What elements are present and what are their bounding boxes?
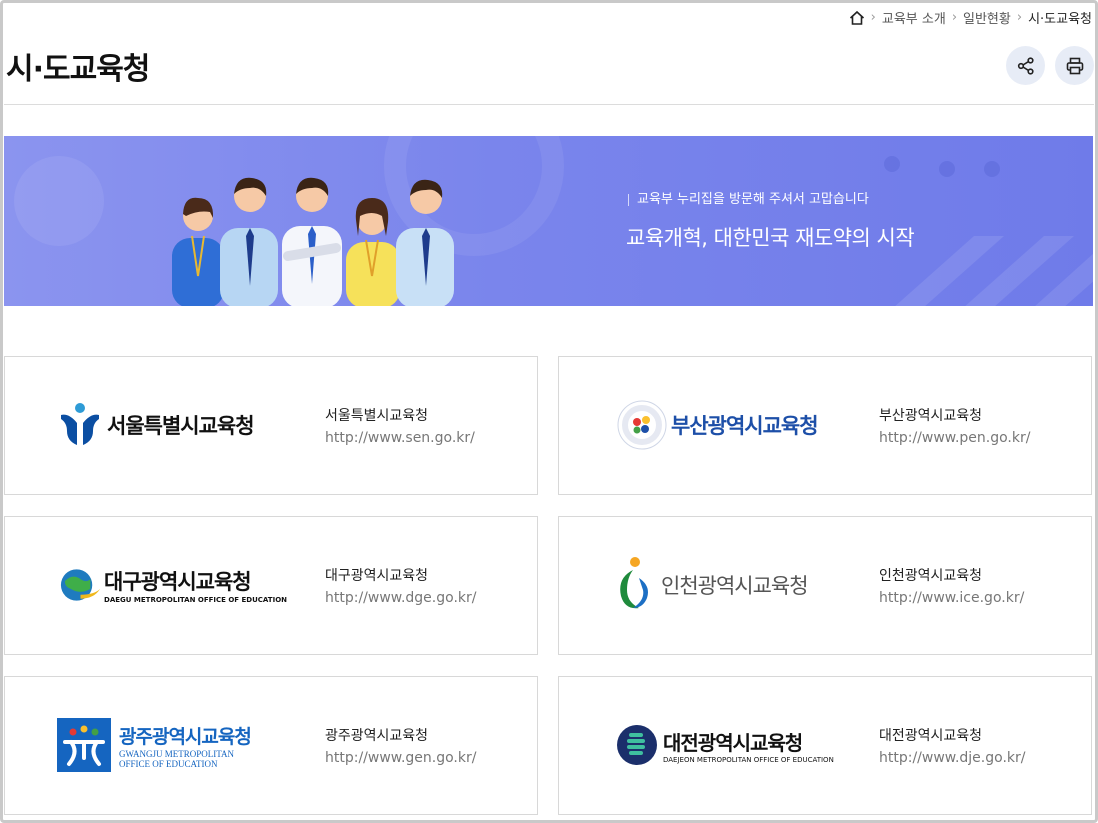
seoul-emblem-icon <box>61 403 99 445</box>
logo-text: 서울특별시교육청 <box>107 414 255 438</box>
logo-subtext: DAEGU METROPOLITAN OFFICE OF EDUCATION <box>104 596 287 604</box>
office-name: 광주광역시교육청 <box>325 728 429 744</box>
print-icon <box>1066 57 1083 74</box>
welcome-banner: 교육부 누리집을 방문해 주셔서 고맙습니다 교육개혁, 대한민국 재도약의 시… <box>4 136 1093 306</box>
office-card-gwangju[interactable]: 광주광역시교육청 GWANGJU METROPOLITAN OFFICE OF … <box>4 676 538 815</box>
logo-text: 광주광역시교육청 <box>119 725 252 748</box>
daejeon-emblem-icon <box>617 725 657 765</box>
breadcrumb-item[interactable]: 일반현황 <box>963 8 1011 27</box>
office-url[interactable]: http://www.gen.go.kr/ <box>325 750 476 766</box>
office-card-incheon[interactable]: 인천광역시교육청 인천광역시교육청 http://www.ice.go.kr/ <box>558 516 1092 655</box>
banner-headline: 교육개혁, 대한민국 재도약의 시작 <box>626 226 915 250</box>
breadcrumb-current: 시·도교육청 <box>1028 12 1092 27</box>
incheon-emblem-icon <box>620 557 648 609</box>
logo-text: 대구광역시교육청 <box>104 570 252 594</box>
chevron-right-icon: › <box>1016 10 1023 25</box>
home-icon[interactable] <box>849 10 865 26</box>
daegu-logo: 대구광역시교육청 DAEGU METROPOLITAN OFFICE OF ED… <box>57 553 287 617</box>
logo-subtext: GWANGJU METROPOLITAN <box>119 748 235 759</box>
page-title: 시·도교육청 <box>6 52 150 87</box>
seoul-logo: 서울특별시교육청 <box>57 393 287 457</box>
daegu-globe-icon <box>60 569 101 601</box>
office-card-seoul[interactable]: 서울특별시교육청 서울특별시교육청 http://www.sen.go.kr/ <box>4 356 538 495</box>
share-icon <box>1017 56 1034 75</box>
gwangju-logo: 광주광역시교육청 GWANGJU METROPOLITAN OFFICE OF … <box>57 713 287 777</box>
office-name: 대구광역시교육청 <box>325 568 429 584</box>
logo-text: 인천광역시교육청 <box>661 574 809 598</box>
breadcrumb-item[interactable]: 교육부 소개 <box>882 8 946 27</box>
office-name: 인천광역시교육청 <box>879 568 983 584</box>
busan-emblem-icon <box>617 400 667 450</box>
chevron-right-icon: › <box>870 10 876 25</box>
office-name: 대전광역시교육청 <box>879 728 983 744</box>
logo-subtext: OFFICE OF EDUCATION <box>119 758 218 769</box>
header-divider <box>4 104 1094 105</box>
office-card-daejeon[interactable]: 대전광역시교육청 DAEJEON METROPOLITAN OFFICE OF … <box>558 676 1092 815</box>
gwangju-emblem-icon <box>57 718 111 772</box>
breadcrumb: › 교육부 소개 › 일반현황 › 시·도교육청 <box>849 8 1092 27</box>
office-url[interactable]: http://www.sen.go.kr/ <box>325 430 475 446</box>
logo-text: 부산광역시교육청 <box>671 414 819 438</box>
office-card-daegu[interactable]: 대구광역시교육청 DAEGU METROPOLITAN OFFICE OF ED… <box>4 516 538 655</box>
chevron-right-icon: › <box>951 10 958 25</box>
logo-text: 대전광역시교육청 <box>663 730 803 755</box>
office-url[interactable]: http://www.ice.go.kr/ <box>879 590 1024 606</box>
office-name: 서울특별시교육청 <box>325 408 429 424</box>
office-card-busan[interactable]: 부산광역시교육청 부산광역시교육청 http://www.pen.go.kr/ <box>558 356 1092 495</box>
office-name: 부산광역시교육청 <box>879 408 983 424</box>
office-url[interactable]: http://www.dge.go.kr/ <box>325 590 476 606</box>
incheon-logo: 인천광역시교육청 <box>615 553 845 617</box>
daejeon-logo: 대전광역시교육청 DAEJEON METROPOLITAN OFFICE OF … <box>615 713 845 777</box>
print-button[interactable] <box>1055 46 1094 85</box>
staff-illustration <box>172 177 454 306</box>
logo-subtext: DAEJEON METROPOLITAN OFFICE OF EDUCATION <box>663 755 834 764</box>
office-url[interactable]: http://www.pen.go.kr/ <box>879 430 1030 446</box>
banner-subtitle: 교육부 누리집을 방문해 주셔서 고맙습니다 <box>628 193 869 206</box>
office-url[interactable]: http://www.dje.go.kr/ <box>879 750 1025 766</box>
share-button[interactable] <box>1006 46 1045 85</box>
busan-logo: 부산광역시교육청 <box>615 393 845 457</box>
